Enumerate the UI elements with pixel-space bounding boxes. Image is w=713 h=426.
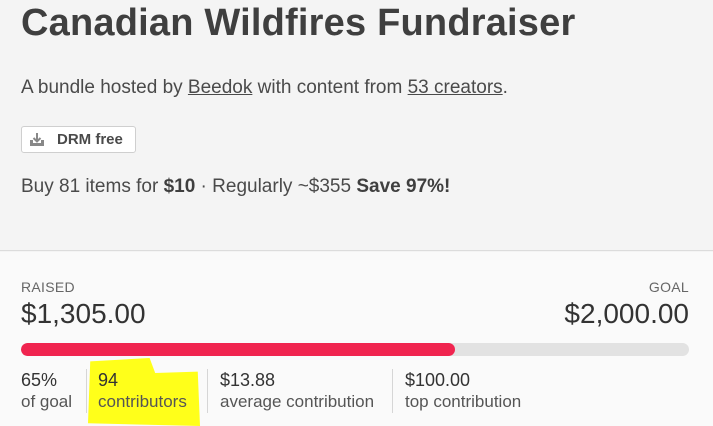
regular-price: · Regularly ~$355 <box>200 176 352 197</box>
download-tray-icon <box>30 132 44 146</box>
stat-value: 65% <box>21 370 58 390</box>
creators-link[interactable]: 53 creators <box>408 77 503 98</box>
bundle-byline: A bundle hosted by Beedok with content f… <box>21 77 508 99</box>
byline-prefix: A bundle hosted by <box>21 77 183 98</box>
page-title: Canadian Wildfires Fundraiser <box>21 2 576 44</box>
funding-stats: 65% of goal 94 contributors $13.88 avera… <box>0 369 713 417</box>
bundle-price: $10 <box>163 176 196 197</box>
funding-progress-fill <box>21 343 456 356</box>
stat-percent-of-goal: 65% of goal <box>21 369 72 417</box>
stat-contributors: 94 contributors <box>98 369 187 417</box>
byline-suffix: . <box>502 77 508 98</box>
funding-panel: RAISED GOAL $1,305.00 $2,000.00 65% of g… <box>0 252 713 426</box>
stat-top-contribution: $100.00 top contribution <box>405 369 521 417</box>
stat-value: $100.00 <box>405 370 471 390</box>
stat-divider <box>207 369 208 413</box>
drm-free-badge: DRM free <box>21 126 136 153</box>
host-link[interactable]: Beedok <box>188 77 252 98</box>
bundle-header: Canadian Wildfires Fundraiser A bundle h… <box>0 0 713 251</box>
raised-label: RAISED <box>21 279 75 295</box>
stat-caption: top contribution <box>405 392 522 411</box>
stat-value: 94 <box>98 370 119 390</box>
byline-middle: with content from <box>257 77 403 98</box>
raised-amount: $1,305.00 <box>21 298 146 329</box>
pricing-prefix: Buy 81 items for <box>21 176 159 197</box>
funding-progress-bar <box>21 343 689 356</box>
goal-amount: $2,000.00 <box>564 298 689 329</box>
pricing-summary: Buy 81 items for $10 · Regularly ~$355 S… <box>21 176 450 198</box>
goal-label: GOAL <box>648 279 689 295</box>
stat-caption: average contribution <box>220 392 375 411</box>
stat-divider <box>392 369 393 413</box>
savings-text: Save 97%! <box>356 176 451 197</box>
drm-free-label: DRM free <box>57 131 123 148</box>
stat-value: $13.88 <box>220 370 276 390</box>
stat-caption: of goal <box>21 392 73 411</box>
stat-caption: contributors <box>98 392 187 411</box>
stat-divider <box>86 369 87 413</box>
stat-average-contribution: $13.88 average contribution <box>220 369 374 417</box>
